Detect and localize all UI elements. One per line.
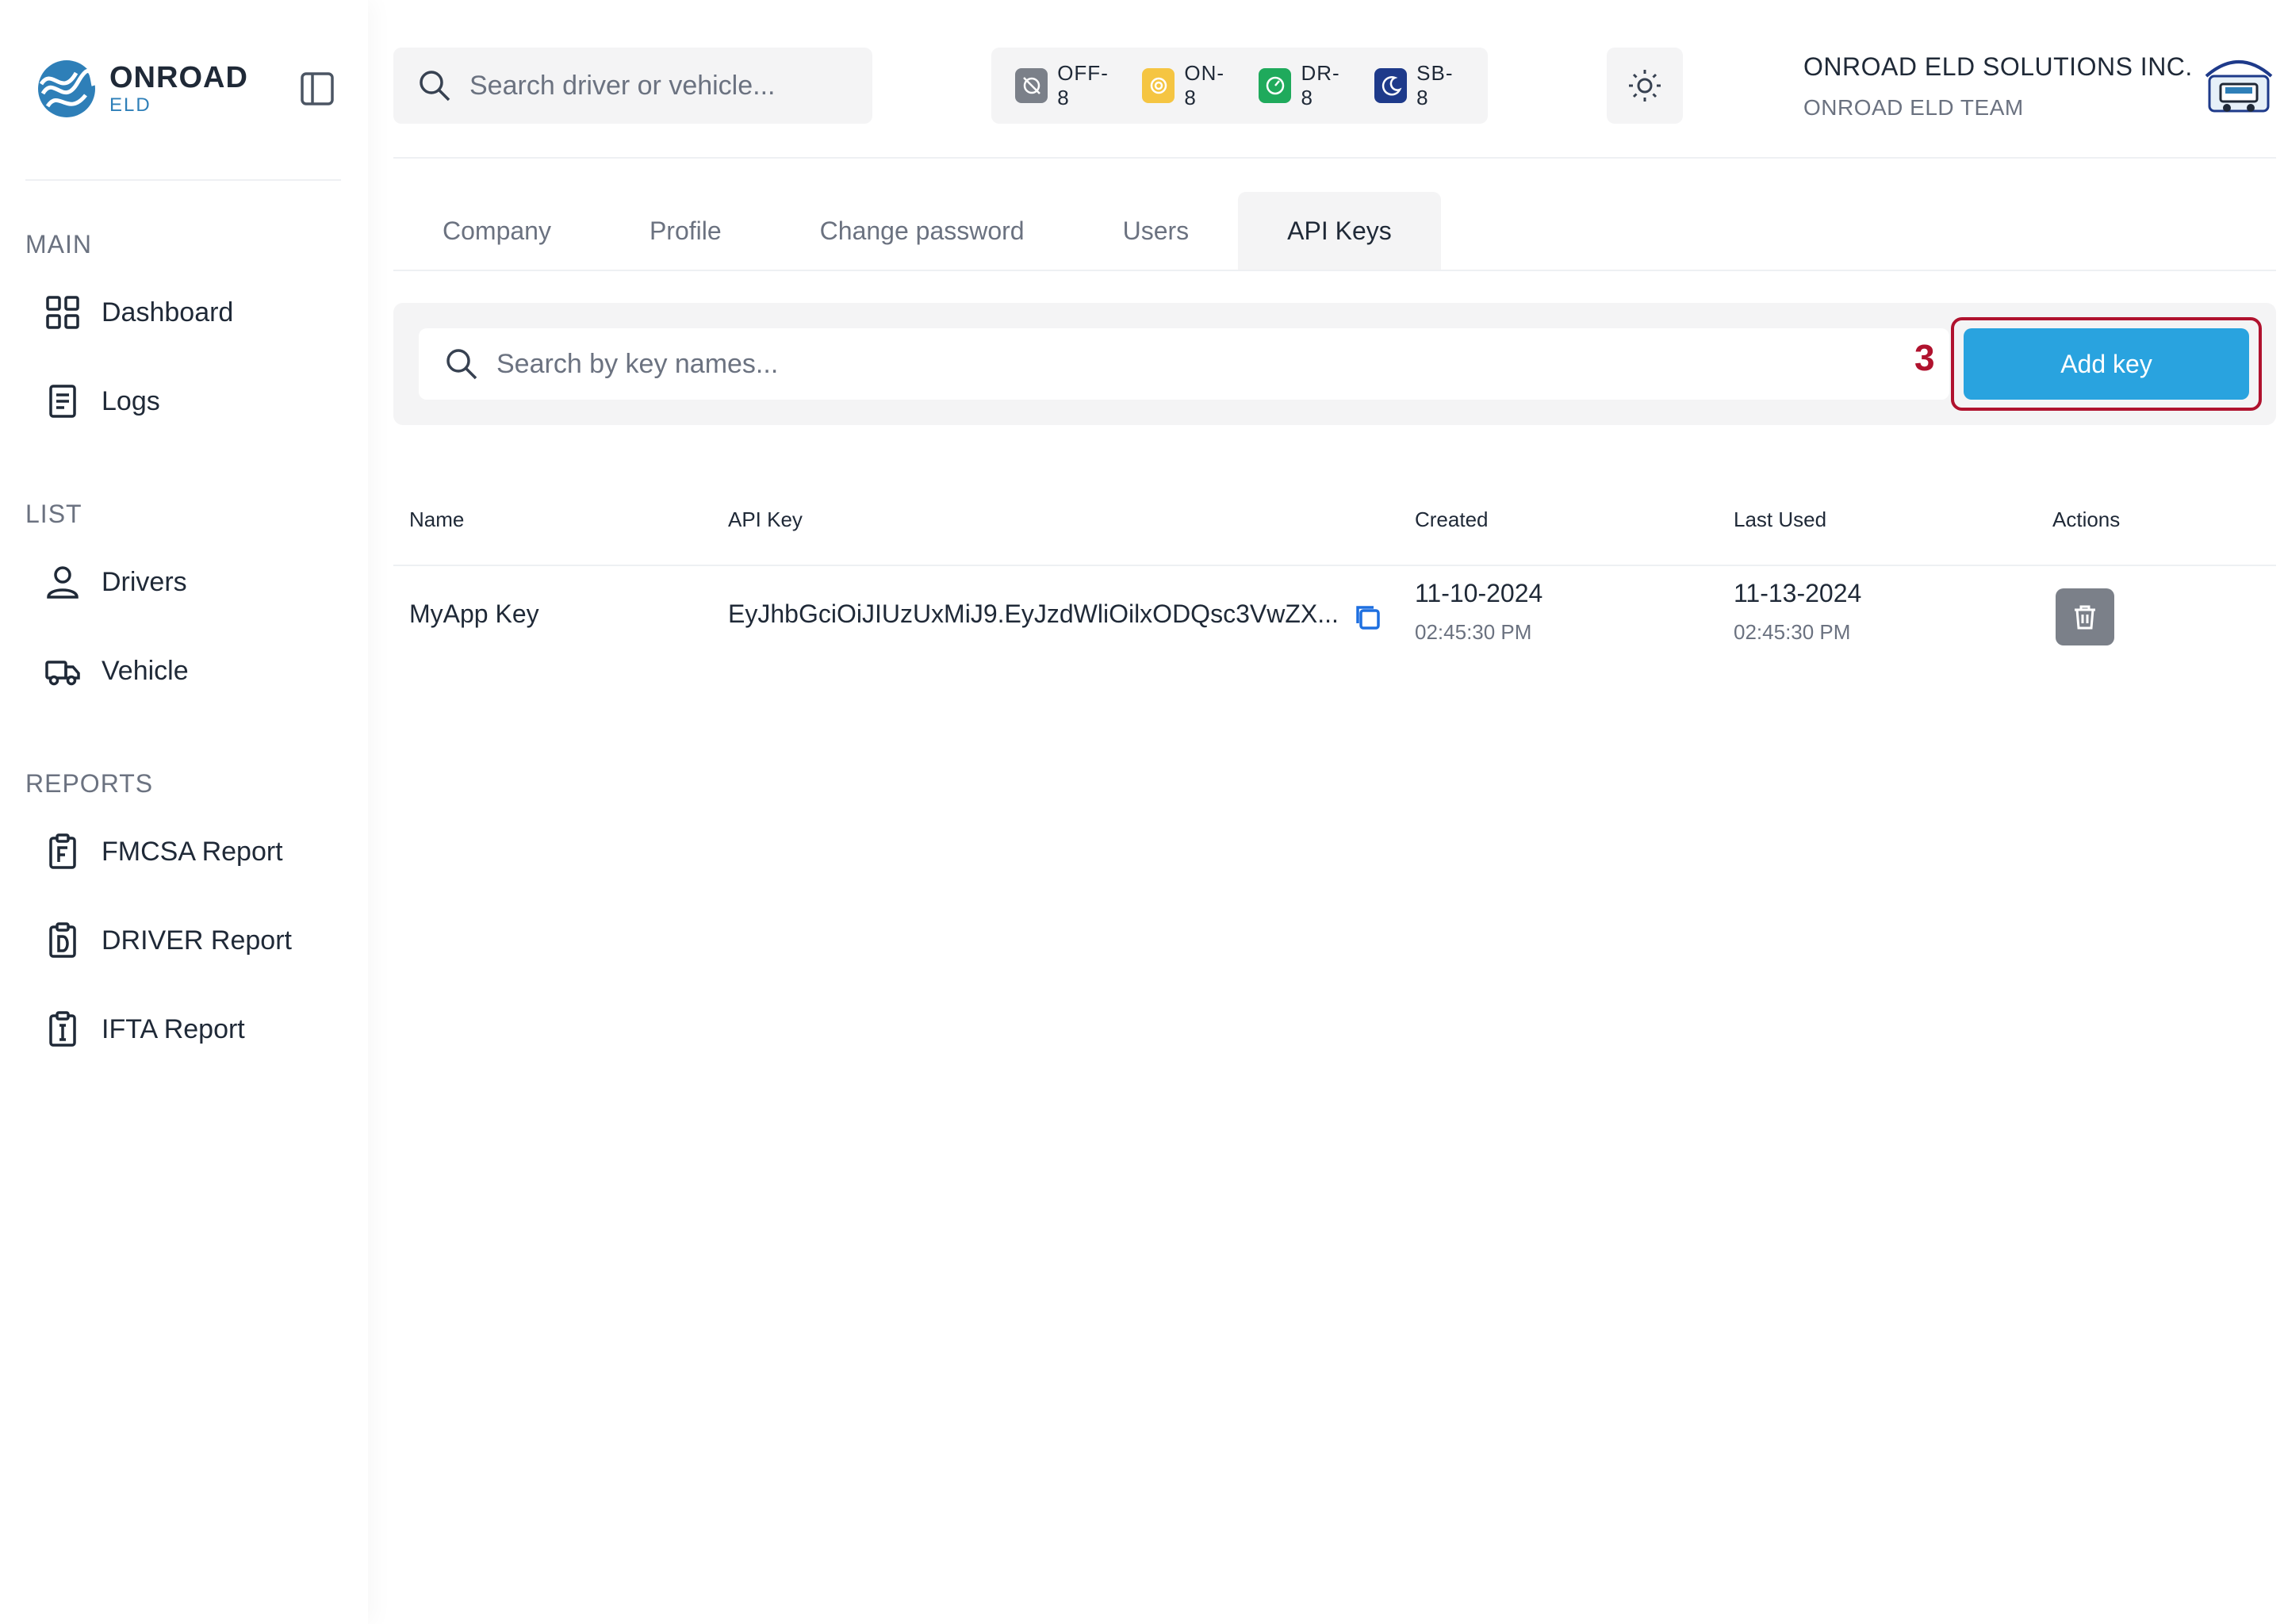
sidebar-item-driver-report[interactable]: DRIVER Report (44, 915, 292, 966)
brand-sub: ELD (109, 94, 151, 116)
tab-users[interactable]: Users (1074, 192, 1239, 270)
section-label-main: MAIN (25, 230, 92, 259)
status-chip-sleeper[interactable]: SB-8 (1374, 61, 1462, 110)
sidebar-item-vehicle[interactable]: Vehicle (44, 645, 189, 696)
column-header-created: Created (1415, 508, 1489, 531)
tab-profile[interactable]: Profile (600, 192, 771, 270)
sidebar-toggle-icon[interactable] (298, 70, 336, 108)
column-header-actions: Actions (2052, 508, 2121, 531)
truck-icon (45, 661, 80, 686)
status-chip-on[interactable]: ON-8 (1142, 61, 1233, 110)
last-used-time: 02:45:30 PM (1734, 620, 1851, 644)
last-used-date: 11-13-2024 (1734, 579, 1862, 607)
search-icon (446, 349, 477, 380)
theme-toggle-button[interactable] (1607, 48, 1683, 124)
sun-icon (1629, 70, 1661, 102)
section-label-reports: REPORTS (25, 769, 154, 798)
sidebar-item-label: Drivers (102, 566, 187, 597)
sidebar-item-ifta-report[interactable]: IFTA Report (44, 1004, 245, 1055)
tab-company[interactable]: Company (393, 192, 600, 270)
api-key-value: EyJhbGciOiJIUzUxMiJ9.EyJzdWliOilxODQsc3V… (728, 599, 1339, 628)
status-summary: OFF-8 ON-8 DR-8 SB-8 (991, 48, 1488, 124)
key-search-input[interactable] (496, 348, 1845, 380)
brand-name: ONROAD (109, 61, 248, 94)
team-name: ONROAD ELD TEAM (1803, 95, 2024, 120)
sidebar-item-label: IFTA Report (102, 1013, 245, 1044)
api-keys-toolbar: 3 Add key (393, 303, 2276, 425)
company-name: ONROAD ELD SOLUTIONS INC. (1803, 52, 2193, 81)
sleeper-icon (1374, 68, 1408, 103)
sidebar-item-fmcsa-report[interactable]: FMCSA Report (44, 826, 283, 877)
status-chip-off[interactable]: OFF-8 (1015, 61, 1117, 110)
sidebar-item-label: Vehicle (102, 655, 189, 686)
table-row: MyApp Key EyJhbGciOiJIUzUxMiJ9.EyJzdWliO… (393, 566, 2276, 665)
delete-key-button[interactable] (2056, 588, 2114, 645)
off-duty-icon (1015, 68, 1048, 103)
sidebar-item-label: DRIVER Report (102, 925, 292, 956)
sidebar-item-label: Logs (102, 385, 160, 416)
global-search-input[interactable] (469, 70, 850, 102)
global-search[interactable] (393, 48, 872, 124)
trash-icon (2075, 605, 2095, 630)
avatar[interactable] (2202, 52, 2276, 119)
created-time: 02:45:30 PM (1415, 620, 1532, 644)
created-date: 11-10-2024 (1415, 579, 1543, 607)
brand[interactable]: ONROAD ELD (36, 59, 248, 119)
add-key-button[interactable]: Add key (1964, 328, 2249, 400)
settings-tabs: Company Profile Change password Users AP… (393, 192, 1441, 270)
status-label: ON-8 (1184, 61, 1225, 109)
user-icon (47, 566, 79, 599)
key-name: MyApp Key (409, 599, 539, 628)
column-header-name: Name (409, 508, 465, 531)
driving-icon (1259, 68, 1292, 103)
column-header-last-used: Last Used (1734, 508, 1827, 531)
clipboard-i-icon (49, 1011, 76, 1047)
sidebar-item-logs[interactable]: Logs (44, 376, 160, 427)
tab-change-password[interactable]: Change password (771, 192, 1074, 270)
onroad-logo-icon (38, 60, 96, 117)
status-chip-driving[interactable]: DR-8 (1259, 61, 1349, 110)
tabs-divider (393, 270, 2276, 271)
column-header-api-key: API Key (728, 508, 803, 531)
header-divider (393, 157, 2276, 159)
status-label: OFF-8 (1057, 61, 1109, 109)
sidebar-item-dashboard[interactable]: Dashboard (44, 287, 233, 338)
sidebar-item-label: FMCSA Report (102, 836, 283, 867)
document-icon (49, 385, 76, 418)
on-duty-icon (1142, 68, 1175, 103)
status-label: SB-8 (1416, 61, 1454, 109)
sidebar-divider (25, 179, 341, 181)
sidebar-item-drivers[interactable]: Drivers (44, 557, 187, 607)
status-label: DR-8 (1301, 61, 1340, 109)
tab-api-keys[interactable]: API Keys (1238, 192, 1441, 270)
section-label-list: LIST (25, 500, 82, 528)
clipboard-f-icon (49, 833, 76, 869)
clipboard-d-icon (49, 922, 76, 958)
grid-icon (46, 296, 79, 329)
step-number: 3 (1914, 337, 1935, 378)
sidebar-item-label: Dashboard (102, 297, 234, 327)
sidebar: ONROAD ELD MAIN Dashboard Logs LIST Driv… (0, 0, 368, 1624)
search-icon (420, 71, 450, 102)
key-search[interactable] (419, 328, 1949, 400)
copy-icon[interactable] (1351, 601, 1383, 633)
